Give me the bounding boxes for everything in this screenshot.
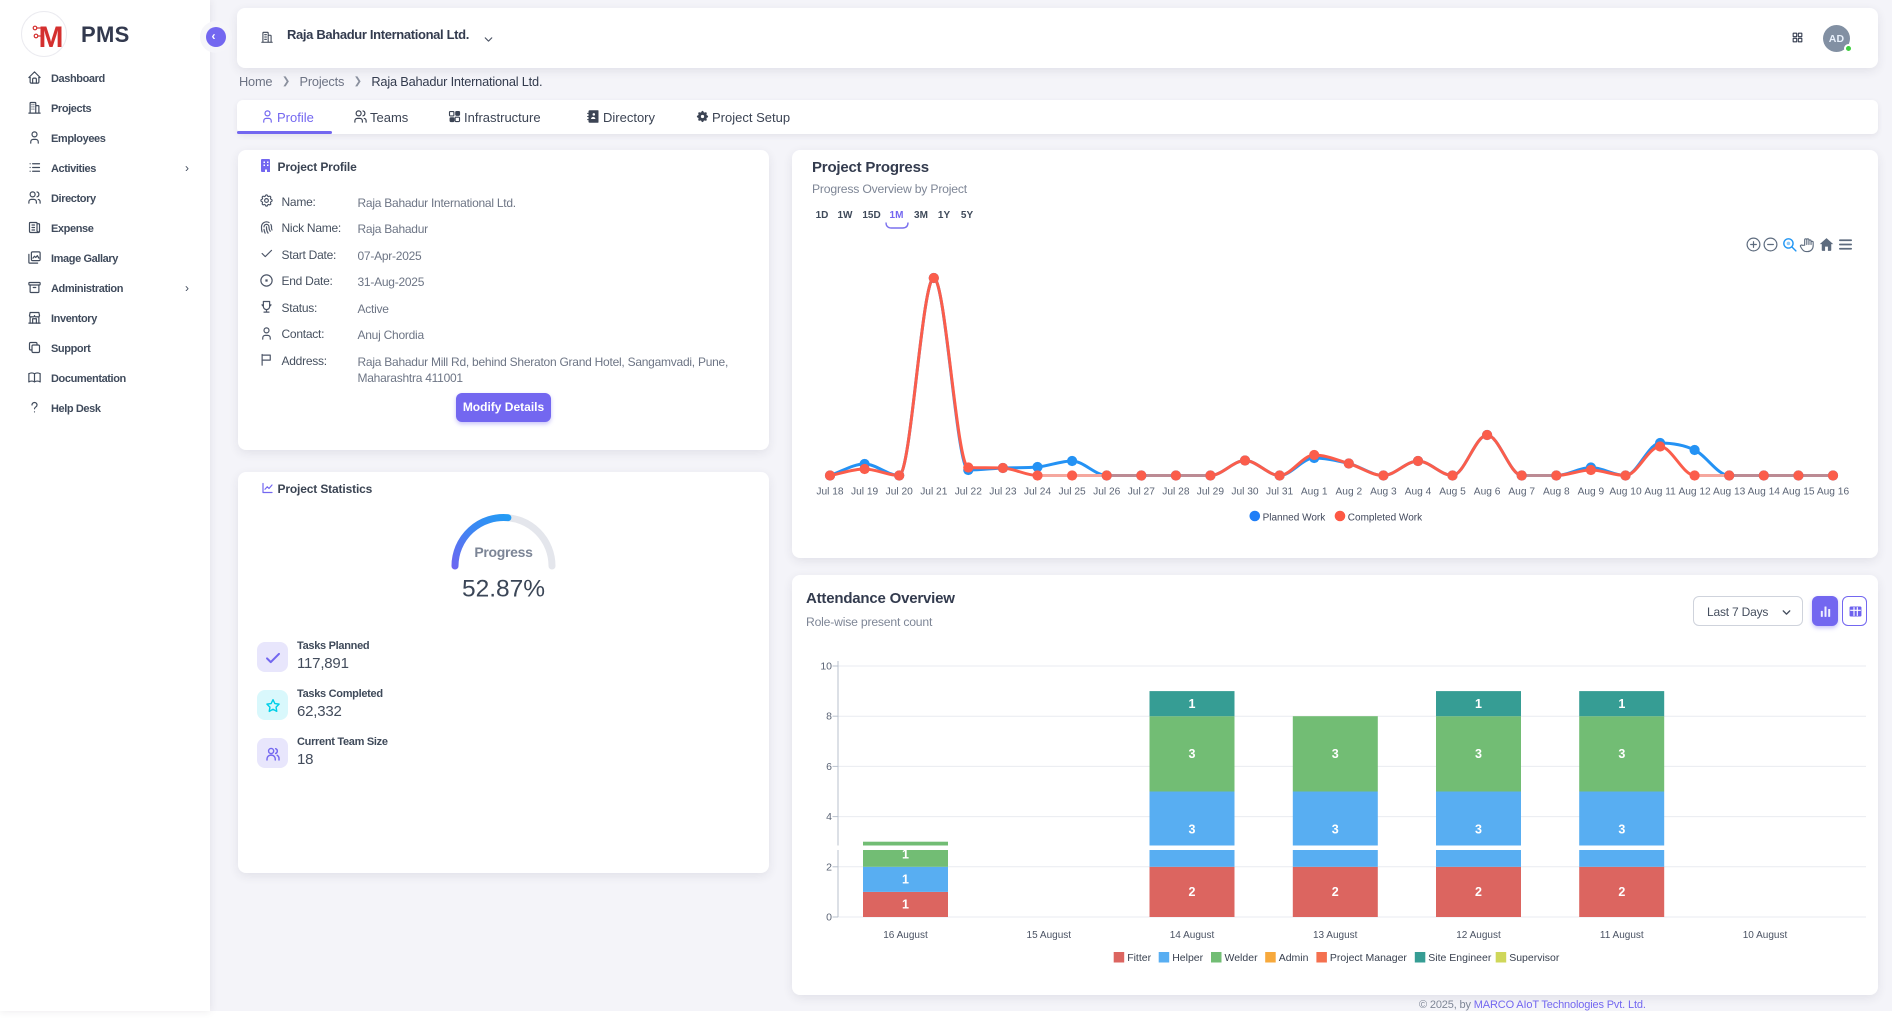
- svg-text:6: 6: [826, 761, 832, 773]
- svg-text:Aug 10: Aug 10: [1609, 487, 1642, 498]
- svg-text:Aug 3: Aug 3: [1370, 487, 1397, 498]
- svg-text:Jul 30: Jul 30: [1231, 487, 1259, 498]
- svg-text:Aug 12: Aug 12: [1678, 487, 1711, 498]
- svg-text:Progress: Progress: [474, 544, 533, 560]
- svg-text:2: 2: [1189, 885, 1196, 899]
- svg-text:Jul 25: Jul 25: [1059, 487, 1087, 498]
- svg-text:Jul 28: Jul 28: [1162, 487, 1190, 498]
- svg-text:10 August: 10 August: [1743, 930, 1788, 941]
- svg-text:1: 1: [1618, 697, 1625, 711]
- svg-text:Jul 21: Jul 21: [920, 487, 948, 498]
- svg-text:Jul 18: Jul 18: [816, 487, 844, 498]
- svg-text:16 August: 16 August: [883, 930, 928, 941]
- svg-text:3: 3: [1189, 822, 1196, 836]
- svg-text:2: 2: [1332, 885, 1339, 899]
- svg-text:Aug 15: Aug 15: [1782, 487, 1815, 498]
- svg-text:Admin: Admin: [1279, 952, 1309, 964]
- svg-text:Aug 8: Aug 8: [1543, 487, 1570, 498]
- svg-text:12 August: 12 August: [1456, 930, 1501, 941]
- svg-text:13 August: 13 August: [1313, 930, 1358, 941]
- svg-text:0: 0: [826, 912, 832, 924]
- svg-text:Aug 14: Aug 14: [1748, 487, 1781, 498]
- svg-text:Welder: Welder: [1225, 952, 1259, 964]
- svg-text:8: 8: [826, 711, 832, 723]
- svg-text:Aug 11: Aug 11: [1644, 487, 1676, 498]
- svg-text:Aug 13: Aug 13: [1713, 487, 1746, 498]
- svg-text:Aug 2: Aug 2: [1335, 487, 1362, 498]
- svg-text:3: 3: [1189, 747, 1196, 761]
- svg-text:3: 3: [1475, 747, 1482, 761]
- svg-text:Jul 23: Jul 23: [989, 487, 1017, 498]
- svg-text:Completed Work: Completed Work: [1348, 513, 1423, 524]
- svg-text:Aug 9: Aug 9: [1578, 487, 1605, 498]
- svg-text:Helper: Helper: [1172, 952, 1203, 964]
- svg-text:14 August: 14 August: [1170, 930, 1215, 941]
- svg-text:Jul 20: Jul 20: [886, 487, 914, 498]
- svg-text:11 August: 11 August: [1600, 930, 1644, 941]
- svg-text:1: 1: [1189, 697, 1196, 711]
- svg-text:10: 10: [820, 661, 832, 673]
- svg-text:Jul 26: Jul 26: [1093, 487, 1121, 498]
- svg-text:3: 3: [1618, 747, 1625, 761]
- svg-text:Jul 19: Jul 19: [851, 487, 879, 498]
- svg-text:3: 3: [1618, 822, 1625, 836]
- svg-text:52.87%: 52.87%: [462, 576, 545, 603]
- svg-text:Jul 22: Jul 22: [955, 487, 983, 498]
- svg-text:2: 2: [1475, 885, 1482, 899]
- svg-text:Jul 27: Jul 27: [1128, 487, 1156, 498]
- svg-text:2: 2: [826, 861, 832, 873]
- svg-text:Jul 31: Jul 31: [1266, 487, 1294, 498]
- svg-text:Fitter: Fitter: [1127, 952, 1151, 964]
- svg-text:3: 3: [1475, 822, 1482, 836]
- svg-text:3: 3: [1332, 747, 1339, 761]
- svg-text:1: 1: [902, 873, 909, 887]
- svg-text:Aug 7: Aug 7: [1508, 487, 1535, 498]
- svg-text:Project Manager: Project Manager: [1330, 952, 1408, 964]
- svg-text:M: M: [39, 21, 64, 54]
- svg-text:Planned Work: Planned Work: [1263, 513, 1327, 524]
- svg-text:Aug 1: Aug 1: [1301, 487, 1328, 498]
- svg-text:Aug 6: Aug 6: [1474, 487, 1501, 498]
- svg-text:Site Engineer: Site Engineer: [1428, 952, 1492, 964]
- svg-text:1: 1: [1475, 697, 1482, 711]
- svg-text:15 August: 15 August: [1027, 930, 1072, 941]
- svg-text:3: 3: [1332, 822, 1339, 836]
- svg-text:Jul 29: Jul 29: [1197, 487, 1225, 498]
- svg-text:Aug 5: Aug 5: [1439, 487, 1466, 498]
- svg-text:Supervisor: Supervisor: [1509, 952, 1560, 964]
- svg-text:Aug 16: Aug 16: [1817, 487, 1850, 498]
- svg-text:Aug 4: Aug 4: [1405, 487, 1432, 498]
- svg-text:2: 2: [1618, 885, 1625, 899]
- svg-text:1: 1: [902, 898, 909, 912]
- svg-text:Jul 24: Jul 24: [1024, 487, 1052, 498]
- svg-text:4: 4: [826, 811, 832, 823]
